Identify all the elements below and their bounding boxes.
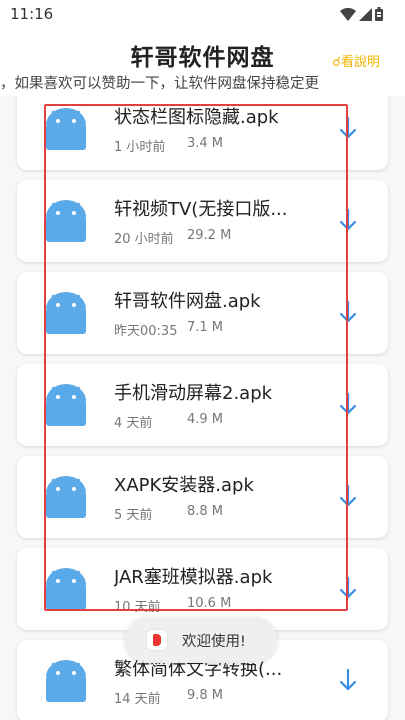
android-icon (46, 384, 86, 426)
file-name: 轩视频TV(无接口版... (114, 199, 288, 220)
marquee-text: ，如果喜欢可以赞助一下，让软件网盘保持稳定更 (0, 76, 319, 92)
wifi-icon (340, 7, 356, 21)
android-icon (46, 108, 86, 150)
file-time: 14 天前 (114, 692, 161, 707)
file-card[interactable]: 状态栏图标隐藏.apk 1 小时前 3.4 M (17, 88, 388, 170)
battery-icon (375, 7, 383, 21)
toast-text: 欢迎使用! (182, 634, 246, 650)
file-size: 9.8 M (187, 688, 224, 703)
file-size: 3.4 M (187, 136, 224, 151)
file-time: 20 小时前 (114, 232, 174, 247)
status-icons (340, 6, 383, 22)
download-icon[interactable] (338, 392, 358, 416)
file-card[interactable]: XAPK安装器.apk 5 天前 8.8 M (17, 456, 388, 538)
android-icon (46, 200, 86, 242)
download-icon[interactable] (338, 484, 358, 508)
download-icon[interactable] (338, 116, 358, 140)
cellular-signal-icon (359, 7, 372, 21)
marquee-notice: ，如果喜欢可以赞助一下，让软件网盘保持稳定更 (0, 72, 405, 93)
file-size: 10.6 M (187, 596, 232, 611)
download-icon[interactable] (338, 300, 358, 324)
file-time: 1 小时前 (114, 140, 166, 155)
help-link[interactable]: ☌看說明 (332, 51, 380, 70)
app-logo-icon (147, 630, 167, 650)
file-time: 5 天前 (114, 508, 153, 523)
file-size: 4.9 M (187, 412, 224, 427)
file-name: 轩哥软件网盘.apk (114, 291, 261, 312)
file-card[interactable]: 手机滑动屏幕2.apk 4 天前 4.9 M (17, 364, 388, 446)
file-name: 手机滑动屏幕2.apk (114, 383, 273, 404)
download-icon[interactable] (338, 576, 358, 600)
header: 轩哥软件网盘 ☌看說明 ，如果喜欢可以赞助一下，让软件网盘保持稳定更 (0, 28, 405, 96)
toast: 欢迎使用! (125, 617, 277, 663)
file-time: 4 天前 (114, 416, 153, 431)
help-link-label: 看說明 (340, 55, 380, 70)
file-name: 状态栏图标隐藏.apk (114, 107, 279, 128)
file-size: 8.8 M (187, 504, 224, 519)
file-size: 7.1 M (187, 320, 224, 335)
file-time: 10 天前 (114, 600, 161, 615)
android-icon (46, 568, 86, 610)
status-time: 11:16 (10, 5, 54, 23)
file-list[interactable]: 状态栏图标隐藏.apk 1 小时前 3.4 M 轩视频TV(无接口版... 20… (0, 0, 405, 720)
file-name: XAPK安装器.apk (114, 475, 254, 496)
file-card[interactable]: 轩视频TV(无接口版... 20 小时前 29.2 M (17, 180, 388, 262)
file-time: 昨天00:35 (114, 324, 178, 339)
android-icon (46, 292, 86, 334)
status-bar: 11:16 (0, 0, 405, 28)
download-icon[interactable] (338, 208, 358, 232)
screen: 状态栏图标隐藏.apk 1 小时前 3.4 M 轩视频TV(无接口版... 20… (0, 0, 405, 720)
android-icon (46, 660, 86, 702)
file-name: JAR塞班模拟器.apk (114, 567, 273, 588)
eye-icon: ☌ (332, 55, 341, 70)
file-card[interactable]: 轩哥软件网盘.apk 昨天00:35 7.1 M (17, 272, 388, 354)
file-size: 29.2 M (187, 228, 232, 243)
android-icon (46, 476, 86, 518)
download-icon[interactable] (338, 668, 358, 692)
